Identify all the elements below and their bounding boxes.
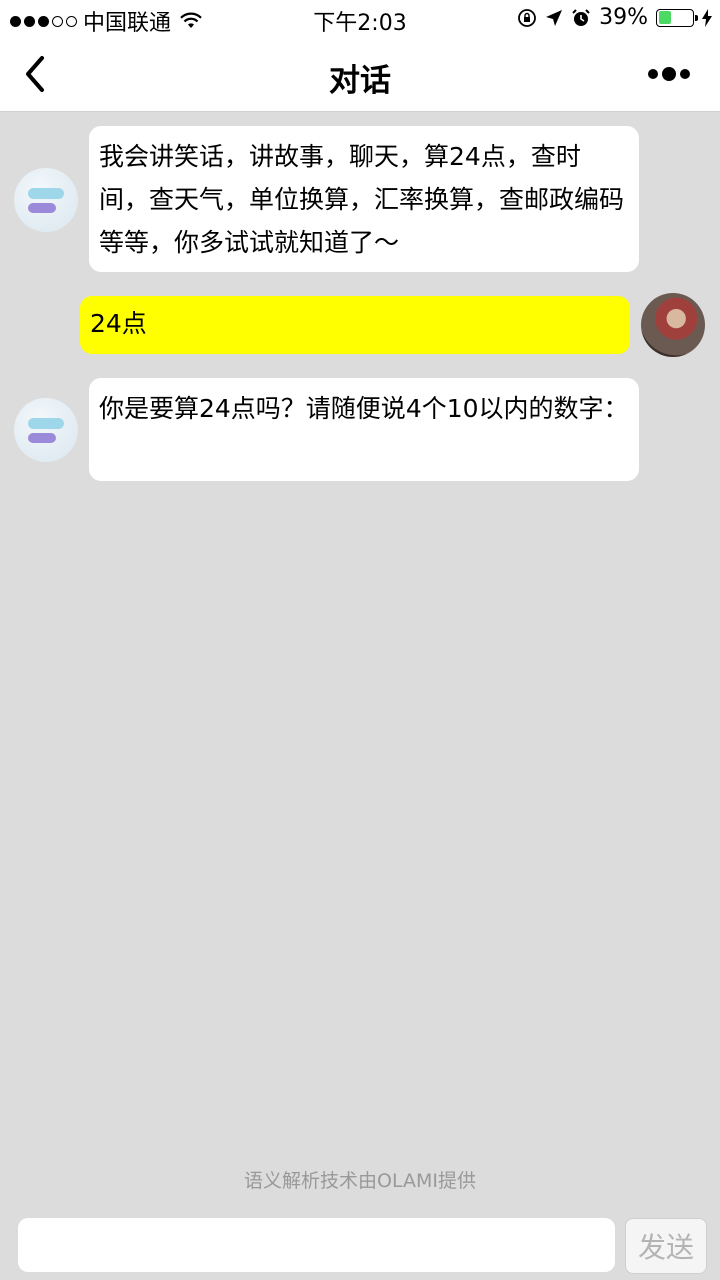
location-arrow-icon <box>545 9 563 27</box>
status-right: 39% <box>517 5 712 30</box>
nav-bar: 对话 <box>0 36 720 112</box>
battery-icon <box>656 8 698 27</box>
bot-avatar[interactable] <box>14 398 78 462</box>
bot-avatar[interactable] <box>14 168 78 232</box>
input-bar: 发送 <box>0 1208 720 1280</box>
charging-icon <box>702 8 712 27</box>
send-button[interactable]: 发送 <box>625 1218 707 1274</box>
orientation-lock-icon <box>517 8 537 28</box>
footer-note: 语义解析技术由OLAMI提供 <box>244 1170 476 1192</box>
status-bar: 中国联通 下午2:03 39% <box>0 0 720 36</box>
more-dots-icon <box>648 69 658 79</box>
battery-percent: 39% <box>599 5 648 30</box>
user-message-bubble: 24点 <box>80 296 630 354</box>
bot-message-bubble: 你是要算24点吗？请随便说4个10以内的数字： <box>89 378 639 481</box>
more-button[interactable] <box>648 64 694 84</box>
page-title: 对话 <box>329 63 391 99</box>
alarm-icon <box>571 8 591 28</box>
message-input[interactable] <box>18 1218 615 1272</box>
bot-message-bubble: 我会讲笑话，讲故事，聊天，算24点，查时间，查天气，单位换算，汇率换算，查邮政编… <box>89 126 639 272</box>
user-avatar[interactable] <box>641 293 705 357</box>
battery-level-fill <box>658 11 672 24</box>
